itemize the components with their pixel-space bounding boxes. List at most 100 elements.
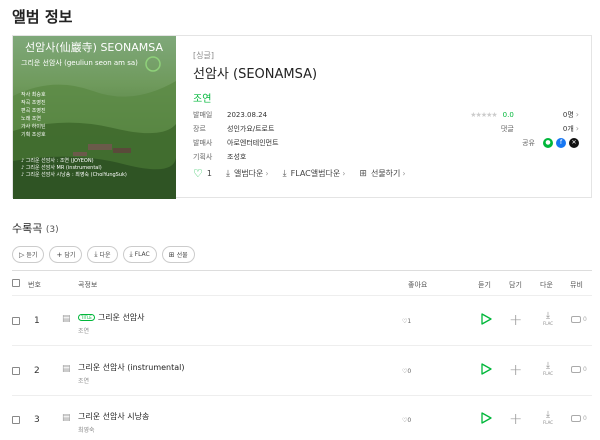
- share-facebook-icon[interactable]: f: [556, 138, 566, 148]
- gift-icon: ⊞: [168, 250, 175, 259]
- header-download: 다운: [540, 281, 553, 289]
- song-title[interactable]: TITLE 그리운 선암사: [78, 312, 145, 323]
- mv-button[interactable]: 0: [571, 415, 587, 422]
- tracklist-title: 수록곡 (3): [12, 220, 59, 236]
- cover-credit: ♪ 그리운 선암사 : 조연 (JOYEON): [21, 158, 94, 164]
- album-meta: 발매일 2023.08.24 장르 성인가요/트로트 발매사 아로엔터테인먼트 기획사…: [193, 108, 279, 164]
- download-button[interactable]: ⤓ FLAC: [540, 311, 556, 326]
- download-icon: ⤓: [546, 410, 550, 420]
- page-title: 앨범 정보: [12, 8, 73, 26]
- chevron-right-icon: ›: [265, 169, 269, 178]
- gift-all-button[interactable]: ⊞ 선물: [161, 246, 195, 263]
- album-stats: ★★★★★ 0.0 0명 › 댓글 0개 › 공유 ● f ✕: [369, 108, 579, 150]
- flac-all-label: FLAC: [134, 251, 150, 258]
- rating-row[interactable]: ★★★★★ 0.0 0명 ›: [369, 108, 579, 122]
- comments-label: 댓글: [500, 125, 514, 133]
- song-artist[interactable]: 조연: [78, 376, 89, 385]
- share-melon-icon[interactable]: ●: [543, 138, 553, 148]
- song-title[interactable]: 그리운 선암사 (instrumental): [78, 362, 185, 373]
- rating-stars-icon: ★★★★★: [470, 111, 497, 119]
- play-icon[interactable]: [480, 313, 492, 325]
- gift-all-label: 선물: [176, 252, 188, 259]
- flac-download-button[interactable]: ⤓ FLAC앨범다운 ›: [283, 168, 346, 179]
- add-icon[interactable]: +: [509, 310, 522, 329]
- download-all-button[interactable]: ⤓ 다운: [87, 246, 118, 263]
- track-checkbox[interactable]: [12, 317, 20, 325]
- gift-button[interactable]: ⊞ 선물하기 ›: [359, 168, 405, 179]
- mv-count: 0: [583, 316, 587, 323]
- download-all-label: 다운: [99, 252, 111, 259]
- mv-count: 0: [583, 415, 587, 422]
- cover-lines: 작사 최승호 작곡 조영진 편곡 조영진 노래 조연 가사 하이틴 기획 조성호: [21, 91, 46, 139]
- mv-button[interactable]: 0: [571, 366, 587, 373]
- cover-subtitle: 그리운 선암사 (geuliun seon am sa): [21, 59, 138, 67]
- cover-title: 선암사(仙巖寺) SEONAMSA: [25, 41, 163, 54]
- title-badge: TITLE: [78, 314, 95, 321]
- rating-score: 0.0: [502, 111, 514, 119]
- song-title[interactable]: 그리운 선암사 시낭송: [78, 411, 149, 422]
- release-date: 2023.08.24: [227, 111, 268, 119]
- song-title-text: 그리운 선암사: [97, 313, 145, 322]
- download-button[interactable]: ⤓ FLAC: [540, 410, 556, 425]
- download-icon: ⤓: [546, 361, 550, 371]
- song-info-icon[interactable]: ▤: [62, 314, 71, 324]
- album-type-tag: [싱글]: [193, 51, 214, 60]
- track-checkbox[interactable]: [12, 367, 20, 375]
- select-all-checkbox[interactable]: [12, 279, 20, 287]
- tracklist-toolbar: ▷ 듣기 + 담기 ⤓ 다운 ⤓ FLAC ⊞ 선물: [12, 246, 195, 263]
- song-artist[interactable]: 최영숙: [78, 425, 95, 434]
- table-row: 2 ▤ 그리운 선암사 (instrumental) 조연 ♡0 + ⤓ FLAC…: [12, 347, 592, 396]
- tracklist-title-text: 수록곡: [12, 222, 43, 235]
- song-info-icon[interactable]: ▤: [62, 364, 71, 374]
- flac-download-label: FLAC앨범다운: [290, 169, 341, 178]
- mv-button[interactable]: 0: [571, 316, 587, 323]
- add-icon[interactable]: +: [509, 409, 522, 428]
- track-number: 3: [34, 415, 40, 425]
- track-like-count: 0: [407, 417, 412, 424]
- play-icon[interactable]: [480, 412, 492, 424]
- comments-row[interactable]: 댓글 0개 ›: [369, 122, 579, 136]
- album-cover[interactable]: 선암사(仙巖寺) SEONAMSA 그리운 선암사 (geuliun seon …: [13, 36, 176, 199]
- song-info-icon[interactable]: ▤: [62, 413, 71, 423]
- track-checkbox[interactable]: [12, 416, 20, 424]
- add-icon[interactable]: +: [509, 360, 522, 379]
- like-button[interactable]: ♡ 1: [193, 167, 212, 180]
- table-row: 1 ▤ TITLE 그리운 선암사 조연 ♡1 + ⤓ FLAC 0: [12, 297, 592, 346]
- tracklist-header: 번호 곡정보 좋아요 듣기 담기 다운 뮤비: [12, 270, 592, 296]
- header-listen: 듣기: [478, 281, 491, 289]
- share-x-icon[interactable]: ✕: [569, 138, 579, 148]
- cover-line: 가사 하이틴: [21, 124, 46, 130]
- download-button[interactable]: ⤓ FLAC: [540, 361, 556, 376]
- header-song-info: 곡정보: [78, 281, 98, 289]
- plus-icon: +: [56, 250, 63, 259]
- album-download-button[interactable]: ⤓ 앨범다운 ›: [226, 168, 269, 179]
- add-all-button[interactable]: + 담기: [49, 246, 83, 263]
- flac-label: FLAC: [542, 371, 554, 376]
- meta-key: 발매일: [193, 111, 213, 119]
- play-icon: ▷: [19, 250, 25, 259]
- flac-label: FLAC: [542, 420, 554, 425]
- tracklist-count: (3): [45, 225, 59, 235]
- track-like-count: 1: [407, 318, 412, 325]
- cover-line: 기획 조성호: [21, 132, 46, 138]
- header-add: 담기: [509, 281, 522, 289]
- track-like-button[interactable]: ♡0: [402, 368, 411, 375]
- track-like-count: 0: [407, 368, 412, 375]
- listen-all-button[interactable]: ▷ 듣기: [12, 246, 45, 263]
- mv-count: 0: [583, 366, 587, 373]
- play-icon[interactable]: [480, 363, 492, 375]
- header-mv: 뮤비: [570, 281, 583, 289]
- chevron-right-icon: ›: [402, 169, 406, 178]
- flac-all-button[interactable]: ⤓ FLAC: [122, 246, 157, 263]
- album-heading: [싱글] 선암사 (SEONAMSA) 조연: [193, 50, 317, 105]
- album-name: 선암사 (SEONAMSA): [193, 67, 318, 82]
- track-like-button[interactable]: ♡1: [402, 318, 411, 325]
- download-icon: ⤓: [129, 250, 133, 258]
- album-artist-link[interactable]: 조연: [193, 90, 317, 105]
- download-icon: ⤓: [546, 311, 550, 321]
- track-number: 2: [34, 366, 40, 376]
- rating-count: 0명: [562, 111, 574, 119]
- track-like-button[interactable]: ♡0: [402, 417, 411, 424]
- gift-icon: ⊞: [359, 168, 367, 179]
- song-artist[interactable]: 조연: [78, 326, 89, 335]
